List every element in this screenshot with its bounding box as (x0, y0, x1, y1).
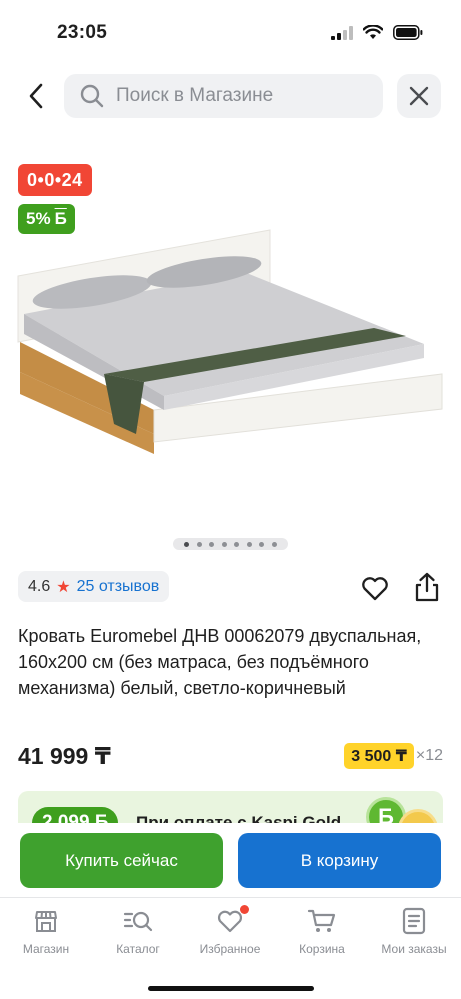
product-title: Кровать Euromebel ДНВ 00062079 двуспальн… (18, 626, 422, 698)
status-icons (331, 25, 423, 40)
tab-label: Мои заказы (381, 942, 447, 956)
product-gallery[interactable]: 0•0•24 5% Б (0, 150, 461, 560)
tab-orders[interactable]: Мои заказы (368, 906, 460, 956)
status-bar: 23:05 (0, 0, 461, 62)
credit-months: ×12 (415, 747, 443, 764)
rating-score: 4.6 (28, 577, 51, 595)
cart-icon (307, 906, 337, 936)
reviews-link[interactable]: 25 отзывов (77, 578, 160, 596)
credit-offer[interactable]: 3 500 ₸ ×12 (344, 743, 443, 769)
star-icon: ★ (56, 578, 71, 596)
search-placeholder: Поиск в Магазине (116, 85, 274, 106)
battery-icon (393, 25, 423, 40)
bottom-tab-bar: Магазин Каталог Избранное Корзина Мои за… (0, 897, 461, 999)
back-button[interactable] (18, 78, 54, 114)
tab-cart[interactable]: Корзина (276, 906, 368, 956)
tab-store[interactable]: Магазин (0, 906, 92, 956)
pagination-dot (259, 541, 265, 547)
gallery-pagination[interactable] (173, 538, 288, 550)
rating-pill[interactable]: 4.6 ★ 25 отзывов (18, 571, 170, 602)
wifi-icon (363, 25, 383, 39)
close-button[interactable] (397, 74, 441, 118)
notification-dot (240, 905, 249, 914)
credit-amount: 3 500 ₸ (344, 743, 414, 769)
heart-icon (215, 905, 249, 936)
tab-label: Магазин (22, 942, 70, 956)
pagination-dot (221, 541, 227, 547)
search-row: Поиск в Магазине (0, 74, 461, 118)
chevron-left-icon (29, 83, 43, 109)
product-price: 41 999 ₸ (18, 743, 111, 769)
home-indicator (148, 986, 314, 991)
tab-label: Каталог (116, 942, 160, 956)
share-icon[interactable] (412, 571, 442, 603)
store-icon (31, 906, 61, 936)
pagination-dot (246, 541, 252, 547)
search-input[interactable]: Поиск в Магазине (64, 74, 383, 118)
rating-row: 4.6 ★ 25 отзывов (0, 571, 461, 603)
pagination-dot (184, 541, 190, 547)
timer-badge: 0•0•24 (18, 164, 92, 196)
catalog-search-icon (123, 906, 153, 936)
signal-icon (331, 25, 353, 40)
pagination-dot (234, 541, 240, 547)
tab-label: Корзина (299, 942, 345, 956)
pagination-dot (271, 541, 277, 547)
tab-favorites[interactable]: Избранное (184, 905, 276, 956)
buy-now-button[interactable]: Купить сейчас (20, 833, 223, 888)
tab-label: Избранное (199, 942, 261, 956)
add-to-cart-button[interactable]: В корзину (238, 833, 441, 888)
orders-icon (399, 906, 429, 936)
pagination-dot (196, 541, 202, 547)
heart-icon[interactable] (360, 573, 390, 603)
pagination-dot (209, 541, 215, 547)
close-icon (409, 86, 429, 106)
action-bar: Купить сейчас В корзину (0, 823, 461, 899)
product-image (17, 229, 443, 454)
tab-catalog[interactable]: Каталог (92, 906, 184, 956)
status-time: 23:05 (57, 22, 108, 43)
search-icon (80, 84, 104, 108)
